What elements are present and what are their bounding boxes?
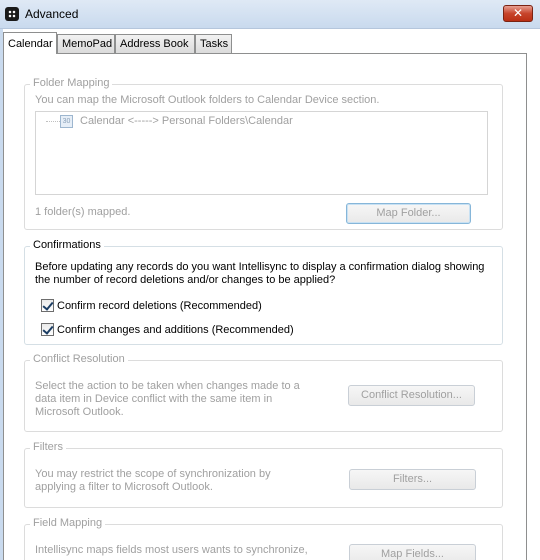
confirm-deletions-checkbox[interactable] xyxy=(41,299,54,312)
tab-memopad[interactable]: MemoPad xyxy=(57,34,115,53)
conflict-resolution-line2: data item in Device conflict with the sa… xyxy=(35,393,273,405)
tree-connector xyxy=(46,121,60,122)
field-mapping-line1: Intellisync maps fields most users wants… xyxy=(35,544,308,556)
confirm-deletions-label[interactable]: Confirm record deletions (Recommended) xyxy=(57,300,262,313)
confirmations-description-line2: the number of record deletions and/or ch… xyxy=(35,274,336,286)
tab-address-book[interactable]: Address Book xyxy=(115,34,195,53)
filters-line1: You may restrict the scope of synchroniz… xyxy=(35,468,271,480)
filters-title: Filters xyxy=(30,441,66,453)
confirmations-title: Confirmations xyxy=(30,239,104,251)
confirm-changes-label[interactable]: Confirm changes and additions (Recommend… xyxy=(57,324,294,337)
window-title: Advanced xyxy=(25,7,79,21)
folder-mapping-description: You can map the Microsoft Outlook folder… xyxy=(35,94,380,106)
conflict-resolution-line3: Microsoft Outlook. xyxy=(35,406,124,418)
filters-line2: applying a filter to Microsoft Outlook. xyxy=(35,481,213,493)
map-folder-button[interactable]: Map Folder... xyxy=(346,203,471,224)
conflict-resolution-title: Conflict Resolution xyxy=(30,353,128,365)
tab-tasks[interactable]: Tasks xyxy=(195,34,232,53)
calendar-icon: 30 xyxy=(60,115,73,128)
folders-mapped-status: 1 folder(s) mapped. xyxy=(35,206,131,218)
blackberry-icon xyxy=(5,7,19,21)
filters-button[interactable]: Filters... xyxy=(349,469,476,490)
title-bar: Advanced ✕ xyxy=(0,0,540,29)
confirmations-description-line1: Before updating any records do you want … xyxy=(35,261,485,273)
folder-mapping-title: Folder Mapping xyxy=(30,77,113,89)
tab-calendar[interactable]: Calendar xyxy=(3,32,57,54)
field-mapping-title: Field Mapping xyxy=(30,517,106,529)
map-fields-button[interactable]: Map Fields... xyxy=(349,544,476,560)
conflict-resolution-button[interactable]: Conflict Resolution... xyxy=(348,385,475,406)
confirm-changes-checkbox[interactable] xyxy=(41,323,54,336)
mapping-item[interactable]: Calendar <-----> Personal Folders\Calend… xyxy=(80,115,293,128)
close-button[interactable]: ✕ xyxy=(503,5,533,22)
conflict-resolution-line1: Select the action to be taken when chang… xyxy=(35,380,300,392)
